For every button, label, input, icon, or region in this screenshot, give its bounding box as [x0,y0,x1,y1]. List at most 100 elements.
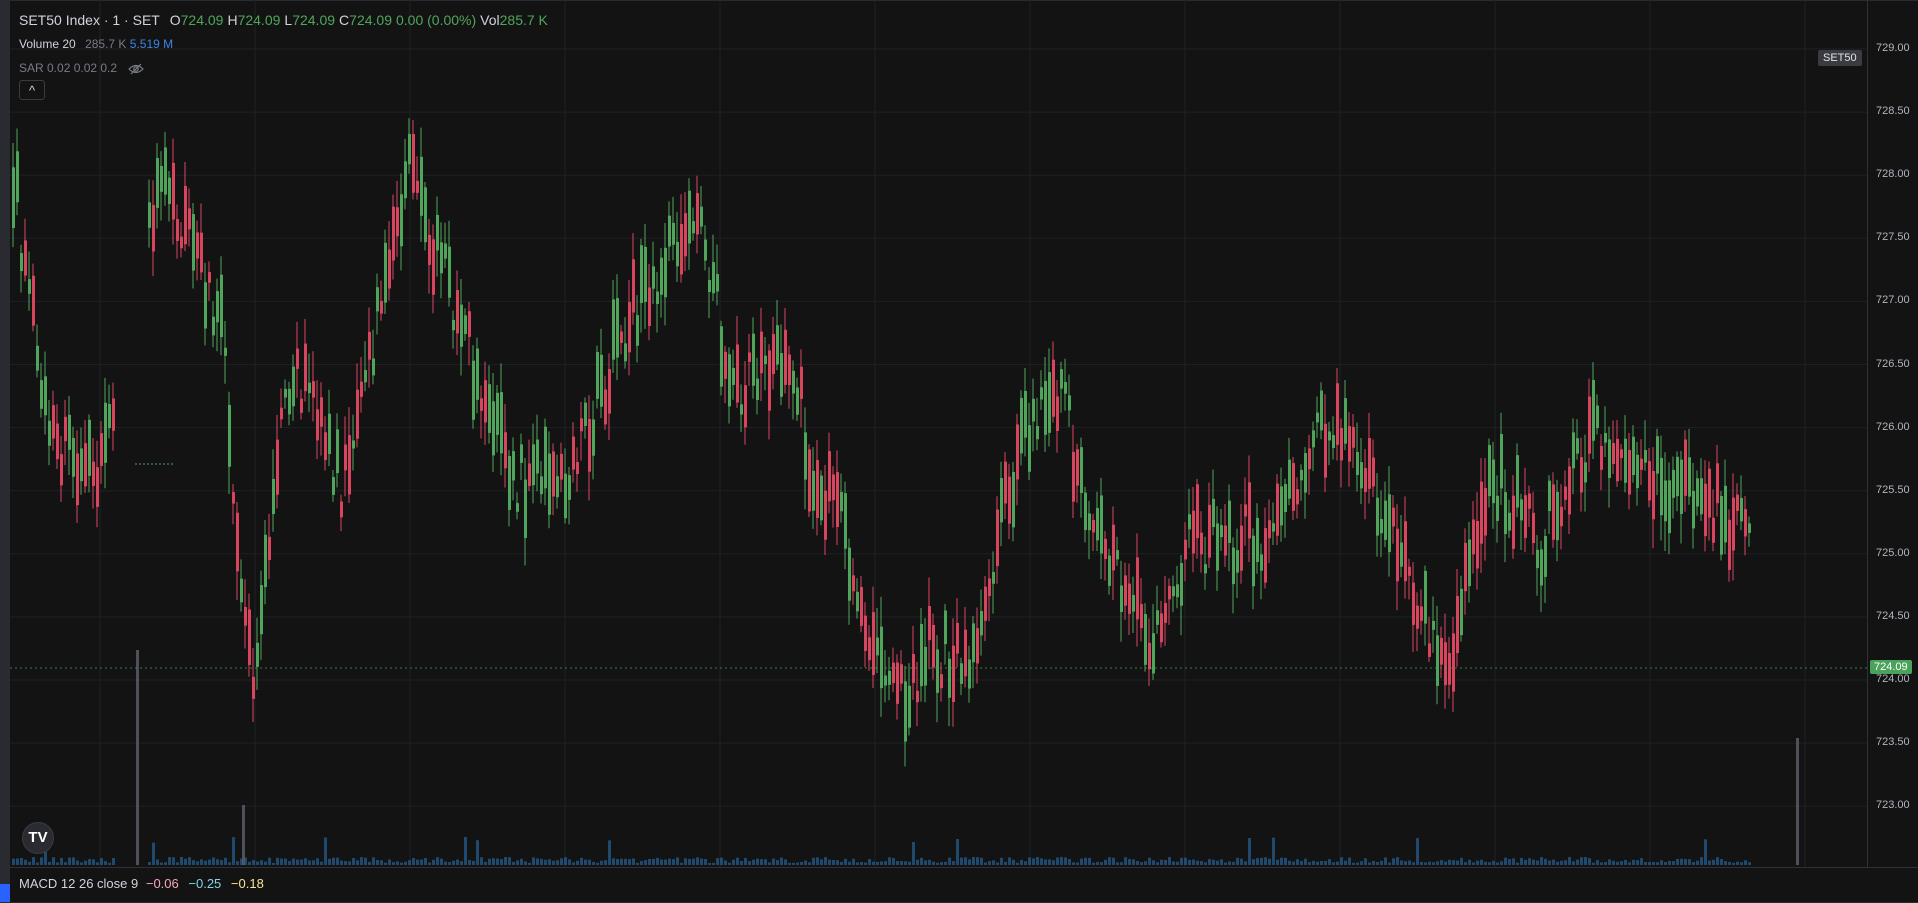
volume-bar [1272,837,1275,865]
volume-bar [1144,861,1147,865]
candle-body [600,354,603,407]
candle-body [1600,445,1603,470]
candle-body [624,343,627,362]
candle-body [960,663,963,684]
volume-bar [20,858,23,865]
volume-bar [756,858,759,865]
pane-resize-handle[interactable] [0,884,10,902]
price-plot[interactable] [10,0,1867,867]
volume-bar [540,858,543,865]
candle-body [364,369,367,383]
volume-bar [216,859,219,865]
candle-body [76,453,79,506]
volume-bar [1640,858,1643,865]
candle-body [372,358,375,376]
candle-body [912,653,915,683]
volume-bar [64,862,67,865]
chevron-up-icon: ^ [28,83,36,98]
candle-body [1408,566,1411,576]
candle-body [156,157,159,208]
volume-bar [932,861,935,865]
candle-body [1260,554,1263,571]
volume-bar [1600,862,1603,865]
symbol-title[interactable]: SET50 Index · 1 · SET [19,12,160,28]
volume-indicator-label[interactable]: Volume 20 [19,37,76,51]
volume-bar [1180,857,1183,865]
macd-indicator-label[interactable]: MACD 12 26 close 9 [19,876,138,891]
candle-body [28,279,31,294]
volume-bar [1016,862,1019,865]
candle-body [1684,439,1687,496]
volume-bar [992,860,995,865]
volume-bar [820,859,823,865]
macd-pane[interactable]: MACD 12 26 close 9 −0.06 −0.25 −0.18 [10,867,1918,903]
volume-bar [760,859,763,865]
candle-body [732,367,735,385]
volume-bar [804,860,807,865]
candle-body [1088,513,1091,531]
volume-bar [1632,859,1635,865]
candle-body [1308,448,1311,470]
symbol-legend-row[interactable]: SET50 Index · 1 · SET O724.09 H724.09 L724… [19,8,552,32]
volume-bar [1656,862,1659,865]
candle-body [508,456,511,510]
volume-bar [1232,861,1235,865]
candle-body [1300,469,1303,481]
volume-legend-row[interactable]: Volume 20 285.7 K 5.519 M [19,32,552,56]
volume-bar [156,859,159,865]
volume-bar [1040,858,1043,865]
volume-bar [396,861,399,865]
macd-legend[interactable]: MACD 12 26 close 9 −0.06 −0.25 −0.18 [19,876,264,891]
volume-bar [336,857,339,865]
volume-bar [1660,860,1663,865]
candle-body [1312,430,1315,448]
sar-indicator-label[interactable]: SAR 0.02 0.02 0.2 [19,61,117,75]
volume-bar [776,860,779,865]
candle-body [1176,584,1179,598]
candle-body [424,187,427,243]
candle-body [1116,550,1119,560]
volume-bar [716,858,719,865]
ohlc-value: 724.09 [349,12,392,28]
volume-bar [544,859,547,865]
volume-bar [568,859,571,865]
candle-body [708,280,711,293]
candle-body [1676,456,1679,497]
volume-bar [1552,859,1555,865]
candle-body [1536,549,1539,569]
volume-bar [172,857,175,865]
candle-body [1632,436,1635,475]
volume-bar [972,857,975,865]
candle-body [1032,398,1035,422]
volume-bar [188,857,191,865]
tradingview-logo-icon[interactable]: TV [22,822,54,854]
volume-bar [1012,859,1015,865]
eye-off-icon[interactable] [128,63,145,75]
candle-body [604,389,607,425]
volume-bar [1664,861,1667,865]
logo-text: TV [28,829,48,846]
candle-body [456,289,459,334]
symbol-tag: SET50 [1818,50,1862,66]
candle-body [1124,575,1127,606]
candle-body [300,398,303,413]
volume-bar [196,861,199,865]
candle-body [336,429,339,474]
price-scale[interactable]: 729.00 728.50 728.00 727.50 727.00 726.50 726.… [1867,0,1918,867]
volume-bar [1072,862,1075,865]
volume-bar [384,862,387,865]
volume-bar [1672,861,1675,865]
collapse-legend-button[interactable]: ^ [19,80,45,100]
volume-bar [728,862,731,865]
price-tick-label: 726.50 [1876,357,1910,370]
volume-bar [560,858,563,865]
candle-body [940,674,943,689]
candle-body [620,331,623,343]
volume-bar [960,857,963,865]
candle-body [432,239,435,295]
sar-legend-row[interactable]: SAR 0.02 0.02 0.2 [19,56,552,80]
candle-body [320,397,323,427]
volume-bar [916,859,919,865]
volume-bar [864,862,867,865]
volume-bar [924,860,927,865]
